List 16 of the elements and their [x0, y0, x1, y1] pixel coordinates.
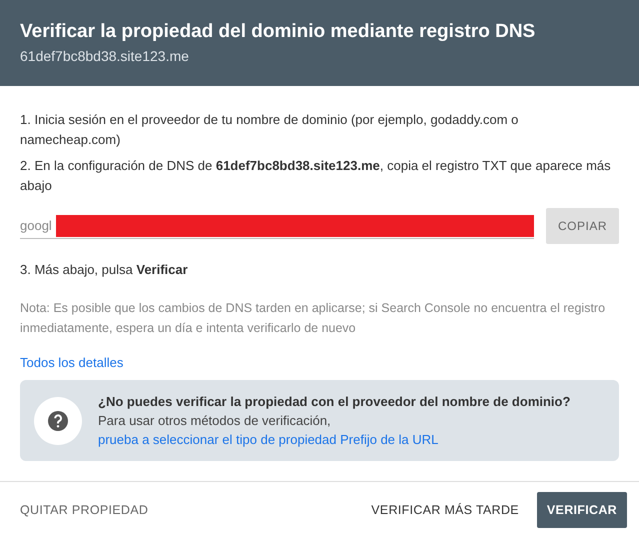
domain-name: 61def7bc8bd38.site123.me: [20, 48, 190, 64]
verify-button[interactable]: VERIFICAR: [536, 492, 627, 528]
copy-button[interactable]: COPIAR: [546, 208, 619, 244]
record-field[interactable]: googl: [20, 214, 56, 238]
instruction-text: 3. Más abajo, pulsa Verificar: [20, 261, 189, 279]
dialog-title: Verificar la propiedad del dominio mediante registro DNS: [20, 20, 536, 44]
verify-later-button[interactable]: VERIFICAR MÁS TARDE: [363, 492, 527, 528]
info-text: Para usar otros métodos de verificación,: [98, 412, 332, 430]
note-text: Nota: Es posible que los cambios de DNS tarden en aplicarse; si Search Console no encuentra el registro inmediatamente, espera un día e intenta verificarlo de nuevo: [20, 300, 606, 337]
remove-property-button[interactable]: QUITAR PROPIEDAD: [12, 492, 156, 528]
info-title: ¿No puedes verificar la propiedad con el proveedor del nombre de dominio?: [98, 393, 570, 411]
instruction-text: 1. Inicia sesión en el proveedor de tu nombre de dominio (por ejemplo, godaddy.com o namecheap.com): [20, 111, 520, 149]
instruction-text: 2. En la configuración de DNS de 61def7bc8bd38.site123.me, copia el registro TXT que aparece más abajo: [20, 157, 612, 195]
url-prefix-link[interactable]: prueba a seleccionar el tipo de propiedad Prefijo de la URL: [98, 430, 438, 449]
details-link[interactable]: Todos los detalles: [20, 355, 124, 370]
help-icon: [34, 396, 82, 444]
